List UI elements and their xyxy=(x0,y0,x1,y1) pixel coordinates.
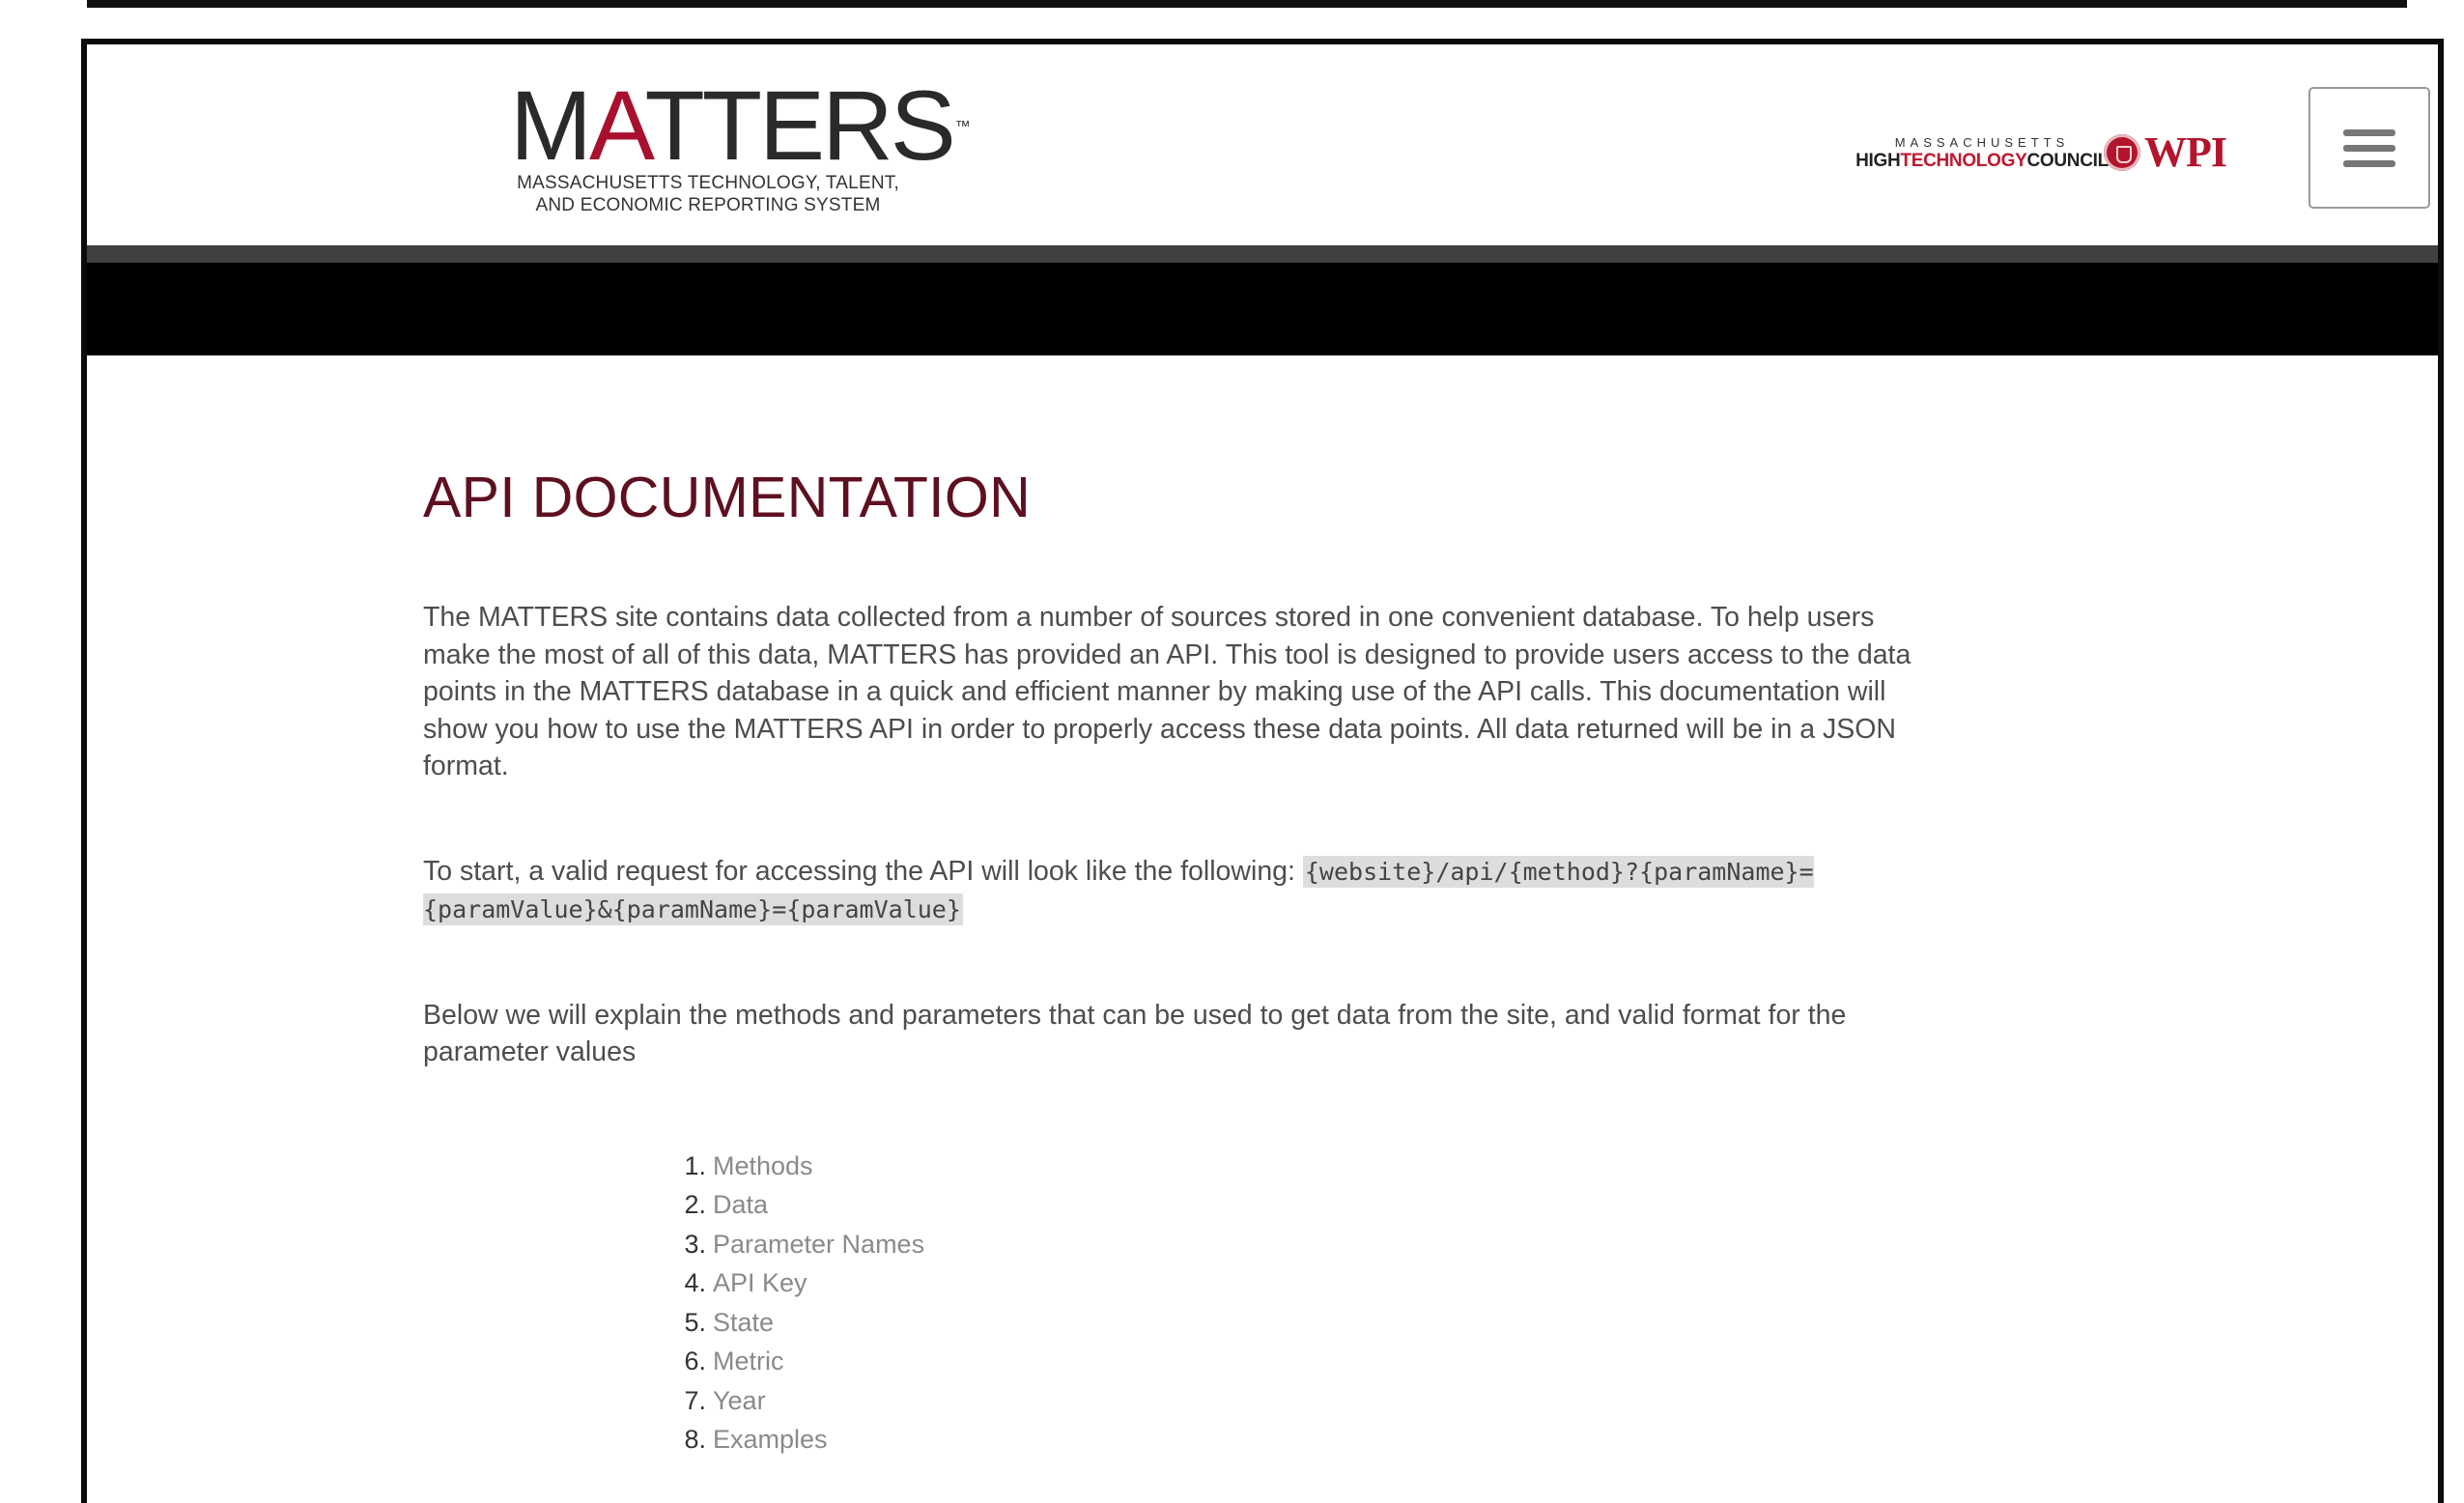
request-format-paragraph: To start, a valid request for accessing … xyxy=(423,855,1814,925)
logo-wordmark: MATTERS ™ xyxy=(510,71,971,181)
wpi-logo[interactable]: WPI xyxy=(2104,128,2227,177)
top-border-rule xyxy=(87,0,2407,8)
wpi-seal-icon xyxy=(2104,133,2140,171)
table-of-contents: 1. Methods 2. Data 3. Parameter Names 4. API… xyxy=(423,1147,1930,1460)
explain-paragraph: Below we will explain the methods and pa… xyxy=(423,999,1847,1068)
nav-band xyxy=(87,263,2438,355)
toc-item-year[interactable]: 7. Year xyxy=(676,1381,1930,1421)
logo-subtitle: MASSACHUSETTS TECHNOLOGY, TALENT, AND EC… xyxy=(517,173,899,215)
toc-item-parameter-names[interactable]: 3. Parameter Names xyxy=(676,1225,1930,1264)
hamburger-icon xyxy=(2343,128,2395,136)
mhtc-logo[interactable]: MASSACHUSETTS HIGHTECHNOLOGYCOUNCIL xyxy=(1810,135,2154,172)
toc-item-api-key[interactable]: 4. API Key xyxy=(676,1263,1930,1303)
page-title: API DOCUMENTATION xyxy=(423,466,1031,529)
header-divider xyxy=(87,245,2438,263)
matters-logo[interactable]: MATTERS ™ MASSACHUSETTS TECHNOLOGY, TALEN… xyxy=(510,71,971,216)
site-header: MATTERS ™ MASSACHUSETTS TECHNOLOGY, TALEN… xyxy=(87,44,2438,245)
intro-paragraph: The MATTERS site contains data collected… xyxy=(423,602,1912,781)
toc-item-state[interactable]: 5. State xyxy=(676,1303,1930,1343)
main-content: API DOCUMENTATION The MATTERS site conta… xyxy=(423,464,1930,1460)
toc-item-methods[interactable]: 1. Methods xyxy=(676,1147,1930,1186)
toc-item-examples[interactable]: 8. Examples xyxy=(676,1420,1930,1460)
menu-button[interactable] xyxy=(2308,87,2430,209)
toc-item-data[interactable]: 2. Data xyxy=(676,1185,1930,1225)
toc-item-metric[interactable]: 6. Metric xyxy=(676,1342,1930,1381)
